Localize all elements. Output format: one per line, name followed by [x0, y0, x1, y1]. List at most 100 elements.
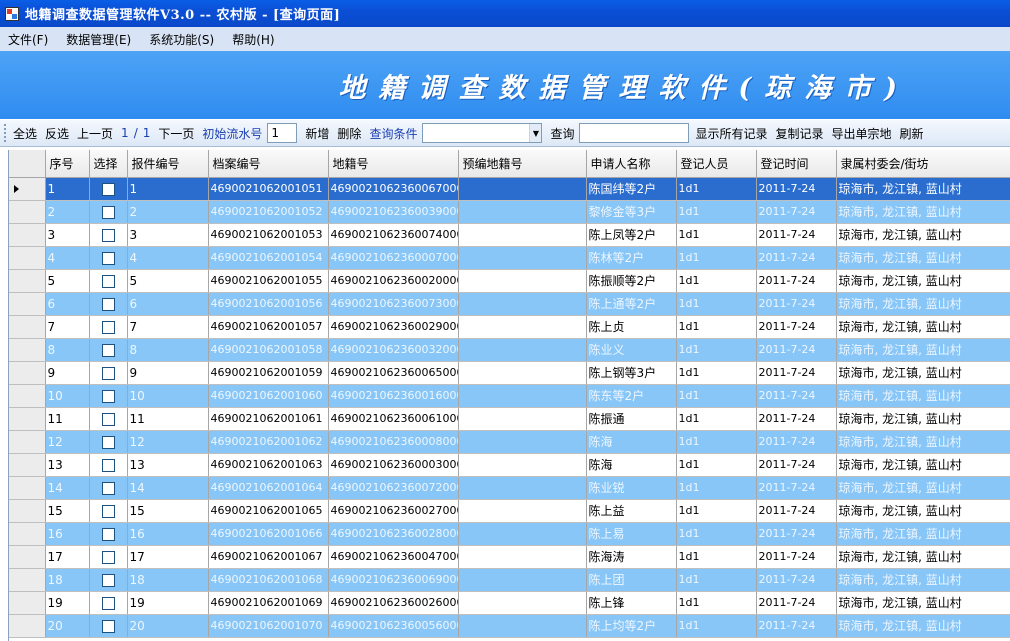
chevron-down-icon[interactable]: ▼ — [529, 124, 542, 142]
cell-pre[interactable] — [458, 522, 587, 546]
cell-cadastral[interactable]: 4690021062360032000 — [328, 338, 459, 362]
column-header-archive-no[interactable]: 档案编号 — [208, 150, 329, 178]
cell-report[interactable]: 11 — [127, 407, 209, 431]
row-select-checkbox[interactable] — [101, 596, 115, 610]
cell-date[interactable]: 2011-7-24 — [756, 568, 837, 592]
cell-report[interactable]: 16 — [127, 522, 209, 546]
cell-cadastral[interactable]: 4690021062360065000 — [328, 361, 459, 385]
row-header[interactable] — [9, 430, 46, 454]
cell-cadastral[interactable]: 4690021062360072000 — [328, 476, 459, 500]
table-row[interactable]: 14 14 4690021062001064 4690021062360072000 陈… — [9, 476, 1010, 500]
cell-pre[interactable] — [458, 315, 587, 339]
column-header-seq[interactable]: 序号 — [45, 150, 90, 178]
table-row[interactable]: 7 7 4690021062001057 4690021062360029000 陈上贞… — [9, 315, 1010, 339]
row-select-checkbox[interactable] — [101, 412, 115, 426]
cell-applicant[interactable]: 陈上贞 — [586, 315, 677, 339]
cell-cadastral[interactable]: 4690021062360069000 — [328, 568, 459, 592]
column-header-report-no[interactable]: 报件编号 — [127, 150, 209, 178]
cell-seq[interactable]: 12 — [45, 430, 90, 454]
query-condition-select[interactable]: ▼ — [422, 123, 543, 143]
cell-date[interactable]: 2011-7-24 — [756, 384, 837, 408]
cell-applicant[interactable]: 陈林等2户 — [586, 246, 677, 270]
cell-report[interactable]: 13 — [127, 453, 209, 477]
cell-archive[interactable]: 4690021062001059 — [208, 361, 329, 385]
cell-pre[interactable] — [458, 246, 587, 270]
column-header-staff[interactable]: 登记人员 — [676, 150, 757, 178]
invert-selection-button[interactable]: 反选 — [45, 125, 69, 142]
cell-cadastral[interactable]: 4690021062360067000 — [328, 177, 459, 201]
cell-applicant[interactable]: 陈上通等2户 — [586, 292, 677, 316]
cell-date[interactable]: 2011-7-24 — [756, 315, 837, 339]
cell-report[interactable]: 6 — [127, 292, 209, 316]
table-row[interactable]: 12 12 4690021062001062 4690021062360008000 陈… — [9, 430, 1010, 454]
table-row[interactable]: 1 1 4690021062001051 4690021062360067000 陈国纬… — [9, 177, 1010, 201]
cell-village[interactable]: 琼海市, 龙江镇, 蓝山村 — [836, 476, 1010, 500]
cell-archive[interactable]: 4690021062001057 — [208, 315, 329, 339]
cell-pre[interactable] — [458, 614, 587, 638]
cell-village[interactable]: 琼海市, 龙江镇, 蓝山村 — [836, 591, 1010, 615]
cell-cadastral[interactable]: 4690021062360074000 — [328, 223, 459, 247]
cell-applicant[interactable]: 陈海 — [586, 453, 677, 477]
cell-seq[interactable]: 13 — [45, 453, 90, 477]
row-select-checkbox[interactable] — [101, 366, 115, 380]
toolbar-grip-icon[interactable] — [4, 124, 7, 142]
cell-report[interactable]: 3 — [127, 223, 209, 247]
cell-date[interactable]: 2011-7-24 — [756, 269, 837, 293]
column-header-village[interactable]: 隶属村委会/街坊 — [836, 150, 1010, 178]
cell-staff[interactable]: 1d1 — [676, 453, 757, 477]
cell-applicant[interactable]: 陈振顺等2户 — [586, 269, 677, 293]
cell-staff[interactable]: 1d1 — [676, 384, 757, 408]
cell-applicant[interactable]: 陈振通 — [586, 407, 677, 431]
cell-village[interactable]: 琼海市, 龙江镇, 蓝山村 — [836, 246, 1010, 270]
cell-pre[interactable] — [458, 384, 587, 408]
table-row[interactable]: 9 9 4690021062001059 4690021062360065000 陈上钢… — [9, 361, 1010, 385]
cell-village[interactable]: 琼海市, 龙江镇, 蓝山村 — [836, 453, 1010, 477]
cell-applicant[interactable]: 黎修金等3户 — [586, 200, 677, 224]
cell-date[interactable]: 2011-7-24 — [756, 246, 837, 270]
cell-village[interactable]: 琼海市, 龙江镇, 蓝山村 — [836, 338, 1010, 362]
cell-staff[interactable]: 1d1 — [676, 545, 757, 569]
cell-date[interactable]: 2011-7-24 — [756, 177, 837, 201]
row-select-checkbox[interactable] — [101, 573, 115, 587]
row-select-checkbox[interactable] — [101, 550, 115, 564]
cell-village[interactable]: 琼海市, 龙江镇, 蓝山村 — [836, 407, 1010, 431]
column-header-pre-cadastral-no[interactable]: 预编地籍号 — [458, 150, 587, 178]
cell-village[interactable]: 琼海市, 龙江镇, 蓝山村 — [836, 223, 1010, 247]
cell-date[interactable]: 2011-7-24 — [756, 453, 837, 477]
row-header[interactable] — [9, 476, 46, 500]
row-header[interactable] — [9, 384, 46, 408]
cell-seq[interactable]: 5 — [45, 269, 90, 293]
show-all-records-button[interactable]: 显示所有记录 — [695, 125, 767, 142]
cell-archive[interactable]: 4690021062001069 — [208, 591, 329, 615]
cell-applicant[interactable]: 陈上益 — [586, 499, 677, 523]
row-select-checkbox[interactable] — [101, 527, 115, 541]
cell-report[interactable]: 14 — [127, 476, 209, 500]
cell-applicant[interactable]: 陈业锐 — [586, 476, 677, 500]
cell-staff[interactable]: 1d1 — [676, 614, 757, 638]
cell-archive[interactable]: 4690021062001053 — [208, 223, 329, 247]
cell-pre[interactable] — [458, 292, 587, 316]
menu-data-management[interactable]: 数据管理(E) — [66, 31, 131, 48]
cell-archive[interactable]: 4690021062001061 — [208, 407, 329, 431]
cell-applicant[interactable]: 陈海 — [586, 430, 677, 454]
row-select-checkbox[interactable] — [101, 504, 115, 518]
cell-cadastral[interactable]: 4690021062360039000 — [328, 200, 459, 224]
cell-seq[interactable]: 19 — [45, 591, 90, 615]
cell-date[interactable]: 2011-7-24 — [756, 545, 837, 569]
cell-cadastral[interactable]: 4690021062360029000 — [328, 315, 459, 339]
table-row[interactable]: 18 18 4690021062001068 4690021062360069000 陈… — [9, 568, 1010, 592]
cell-pre[interactable] — [458, 453, 587, 477]
cell-archive[interactable]: 4690021062001051 — [208, 177, 329, 201]
query-input[interactable] — [579, 123, 690, 143]
table-row[interactable]: 3 3 4690021062001053 4690021062360074000 陈上凤… — [9, 223, 1010, 247]
cell-pre[interactable] — [458, 476, 587, 500]
cell-report[interactable]: 9 — [127, 361, 209, 385]
select-all-button[interactable]: 全选 — [13, 125, 37, 142]
row-select-checkbox[interactable] — [101, 435, 115, 449]
cell-applicant[interactable]: 陈上均等2户 — [586, 614, 677, 638]
table-row[interactable]: 20 20 4690021062001070 4690021062360056000 陈… — [9, 614, 1010, 638]
cell-report[interactable]: 1 — [127, 177, 209, 201]
cell-pre[interactable] — [458, 430, 587, 454]
cell-date[interactable]: 2011-7-24 — [756, 476, 837, 500]
cell-report[interactable]: 2 — [127, 200, 209, 224]
